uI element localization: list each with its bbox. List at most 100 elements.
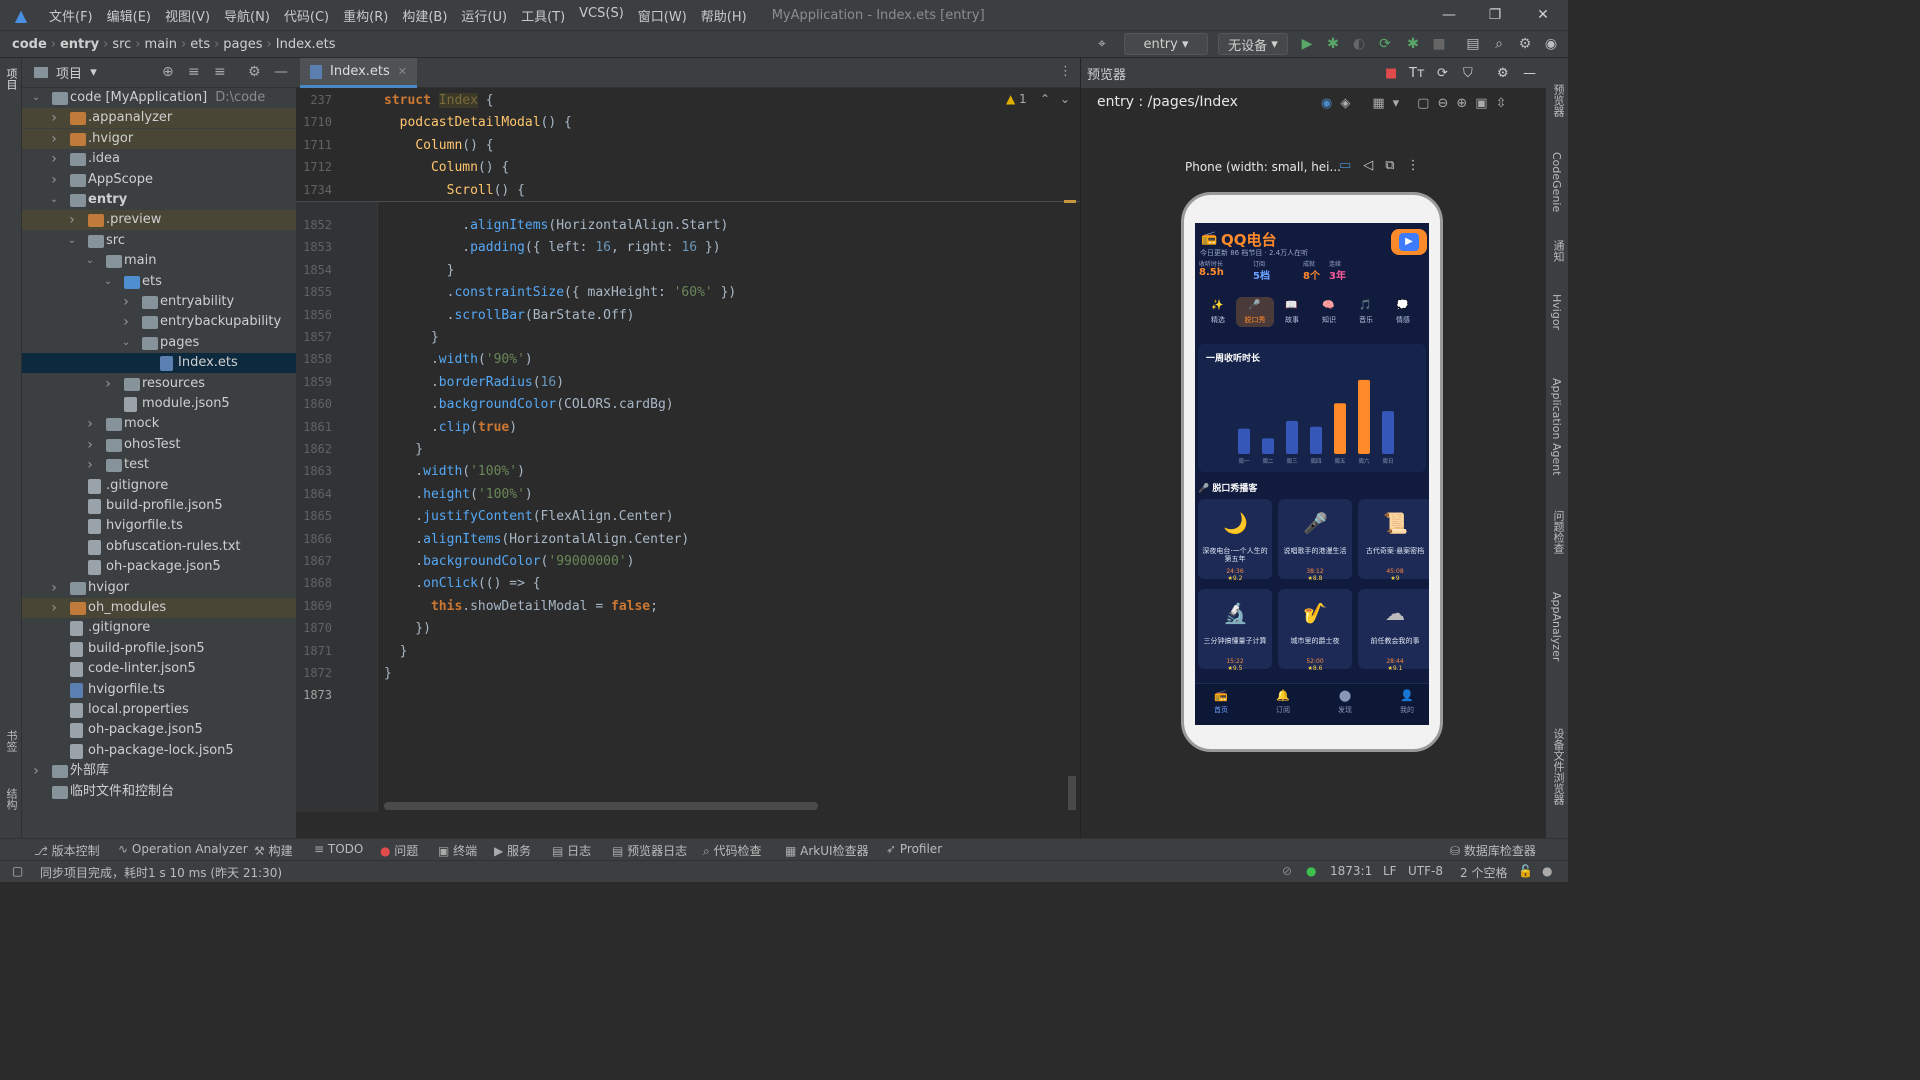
strip-project[interactable]: 项目 bbox=[3, 68, 19, 90]
grid-dropdown-icon[interactable]: ▾ bbox=[1393, 96, 1400, 111]
error-stripe-marker[interactable] bbox=[1064, 200, 1076, 203]
chevron-right-icon[interactable]: › bbox=[84, 414, 96, 434]
podcast-card[interactable]: 🎤 说唱歌手的港漫生活 38:12 ★8.8 bbox=[1278, 499, 1352, 582]
nav-item[interactable]: 订阅 bbox=[1263, 705, 1303, 715]
minimize-button[interactable]: — bbox=[1426, 0, 1472, 30]
tree-node[interactable]: › entryability bbox=[22, 292, 296, 312]
breadcrumb-item[interactable]: code bbox=[0, 37, 47, 52]
breadcrumb-item[interactable]: ets bbox=[190, 37, 210, 52]
target-icon[interactable]: ⌖ bbox=[1092, 33, 1112, 55]
tree-node[interactable]: .gitignore bbox=[22, 618, 296, 638]
fit-icon[interactable]: ▣ bbox=[1475, 96, 1487, 111]
chevron-right-icon[interactable]: › bbox=[84, 455, 96, 475]
project-view-select[interactable]: 项目 bbox=[56, 63, 82, 82]
tree-node[interactable]: ⌄ code [MyApplication] D:\code bbox=[22, 88, 296, 108]
notification-icon[interactable]: ● bbox=[1542, 864, 1552, 878]
account-icon[interactable]: ◉ bbox=[1542, 33, 1560, 55]
tree-node[interactable]: local.properties bbox=[22, 700, 296, 720]
tree-node[interactable]: build-profile.json5 bbox=[22, 496, 296, 516]
code-line[interactable]: } bbox=[384, 644, 408, 659]
breadcrumb-item[interactable]: src bbox=[112, 37, 131, 52]
right-strip-item[interactable]: Hvigor bbox=[1550, 294, 1563, 330]
device-more-icon[interactable]: ⋮ bbox=[1407, 158, 1420, 173]
tree-node[interactable]: › ohosTest bbox=[22, 435, 296, 455]
chevron-right-icon[interactable]: › bbox=[30, 761, 42, 781]
collapse-all-icon[interactable]: ≡ bbox=[214, 64, 226, 80]
phone-screen[interactable]: 📻 QQ电台 今日更新 86 档节目 · 2.4万人在听 ▶ 收听时长 8.5h 订… bbox=[1195, 223, 1429, 725]
menu-item[interactable]: 工具(T) bbox=[514, 6, 572, 25]
podcast-card[interactable]: 🎷 城市里的爵士夜 52:00 ★8.6 bbox=[1278, 589, 1352, 672]
tool-window-button[interactable]: ⚒ 构建 bbox=[254, 842, 293, 859]
right-strip-item[interactable]: 预览器 bbox=[1550, 84, 1566, 117]
locate-icon[interactable]: ⊕ bbox=[162, 64, 174, 80]
category-tab[interactable]: 脱口秀 bbox=[1238, 315, 1272, 325]
line-separator[interactable]: LF bbox=[1383, 864, 1397, 878]
vertical-scrollbar[interactable] bbox=[1068, 776, 1076, 810]
horizontal-scrollbar[interactable] bbox=[384, 802, 818, 810]
chevron-right-icon[interactable]: › bbox=[48, 108, 60, 128]
tree-node[interactable]: ⌄ src bbox=[22, 231, 296, 251]
category-tab[interactable]: 精选 bbox=[1201, 315, 1235, 325]
caret-position[interactable]: 1873:1 bbox=[1330, 864, 1372, 878]
tree-node[interactable]: › AppScope bbox=[22, 170, 296, 190]
chevron-down-icon[interactable]: ⌄ bbox=[48, 190, 60, 210]
right-strip-item[interactable]: Application Agent bbox=[1550, 378, 1563, 476]
next-highlight-icon[interactable]: ⌄ bbox=[1060, 92, 1070, 106]
tree-node[interactable]: oh-package.json5 bbox=[22, 720, 296, 740]
tool-window-button[interactable]: ▣ 终端 bbox=[438, 842, 477, 859]
tool-window-button[interactable]: ▶ 服务 bbox=[494, 842, 531, 859]
device-frame-icon[interactable]: ▭ bbox=[1339, 158, 1351, 173]
right-strip-item[interactable]: 通知 bbox=[1550, 240, 1566, 262]
tree-node[interactable]: ⌄ entry bbox=[22, 190, 296, 210]
code-line[interactable]: } bbox=[384, 263, 455, 278]
tree-node[interactable]: › entrybackupability bbox=[22, 312, 296, 332]
code-line[interactable]: .height('100%') bbox=[384, 487, 532, 502]
tree-node[interactable]: oh-package.json5 bbox=[22, 557, 296, 577]
tree-node[interactable]: › resources bbox=[22, 374, 296, 394]
attach-debugger-icon[interactable]: ✱ bbox=[1404, 33, 1422, 55]
breadcrumb-item[interactable]: main bbox=[145, 37, 177, 52]
menu-item[interactable]: 帮助(H) bbox=[694, 6, 754, 25]
tool-window-button[interactable]: ▤ 日志 bbox=[552, 842, 591, 859]
sticky-code-line[interactable]: podcastDetailModal() { bbox=[384, 115, 572, 130]
code-line[interactable]: .constraintSize({ maxHeight: '60%' }) bbox=[384, 285, 737, 300]
code-line[interactable]: .borderRadius(16) bbox=[384, 375, 564, 390]
power-save-icon[interactable]: ⊘ bbox=[1282, 864, 1292, 878]
prev-highlight-icon[interactable]: ⌃ bbox=[1040, 92, 1050, 106]
zoom-out-icon[interactable]: ⊖ bbox=[1437, 96, 1448, 111]
category-tab[interactable]: 知识 bbox=[1312, 315, 1346, 325]
tree-node[interactable]: build-profile.json5 bbox=[22, 639, 296, 659]
nav-item[interactable]: 发现 bbox=[1325, 705, 1365, 715]
chevron-down-icon[interactable]: ⌄ bbox=[120, 333, 132, 353]
maximize-button[interactable]: ❐ bbox=[1472, 0, 1518, 30]
gear-icon[interactable]: ⚙ bbox=[248, 64, 261, 80]
chevron-down-icon[interactable]: ⌄ bbox=[30, 88, 42, 108]
sticky-code-line[interactable]: Column() { bbox=[384, 138, 493, 153]
file-encoding[interactable]: UTF-8 bbox=[1408, 864, 1443, 878]
ratio-icon[interactable]: ⇳ bbox=[1496, 96, 1507, 111]
menu-item[interactable]: 导航(N) bbox=[217, 6, 277, 25]
tree-node[interactable]: › .idea bbox=[22, 149, 296, 169]
tree-node[interactable]: code-linter.json5 bbox=[22, 659, 296, 679]
eye-icon[interactable]: ◉ bbox=[1321, 96, 1332, 111]
chevron-right-icon[interactable]: › bbox=[48, 170, 60, 190]
code-line[interactable]: }) bbox=[384, 621, 431, 636]
code-line[interactable]: .alignItems(HorizontalAlign.Start) bbox=[384, 218, 728, 233]
debug-icon[interactable]: ✱ bbox=[1324, 33, 1342, 55]
menu-item[interactable]: 窗口(W) bbox=[631, 6, 694, 25]
breadcrumb-item[interactable]: Index.ets bbox=[276, 37, 336, 52]
menu-item[interactable]: VCS(S) bbox=[572, 6, 631, 25]
tree-node[interactable]: hvigorfile.ts bbox=[22, 680, 296, 700]
tree-node[interactable]: module.json5 bbox=[22, 394, 296, 414]
chevron-right-icon[interactable]: › bbox=[84, 435, 96, 455]
tool-window-button[interactable]: ● 问题 bbox=[380, 842, 418, 859]
tab-index-ets[interactable]: Index.ets ✕ bbox=[300, 58, 418, 88]
code-line[interactable]: .backgroundColor('99000000') bbox=[384, 554, 634, 569]
chevron-down-icon[interactable]: ⌄ bbox=[102, 272, 114, 292]
chevron-right-icon[interactable]: › bbox=[48, 598, 60, 618]
tool-window-button[interactable]: ⎇ 版本控制 bbox=[34, 842, 100, 859]
tree-node[interactable]: hvigorfile.ts bbox=[22, 516, 296, 536]
run-icon[interactable]: ▶ bbox=[1298, 33, 1316, 55]
tree-node[interactable]: ⌄ main bbox=[22, 251, 296, 271]
code-line[interactable]: .padding({ left: 16, right: 16 }) bbox=[384, 240, 720, 255]
